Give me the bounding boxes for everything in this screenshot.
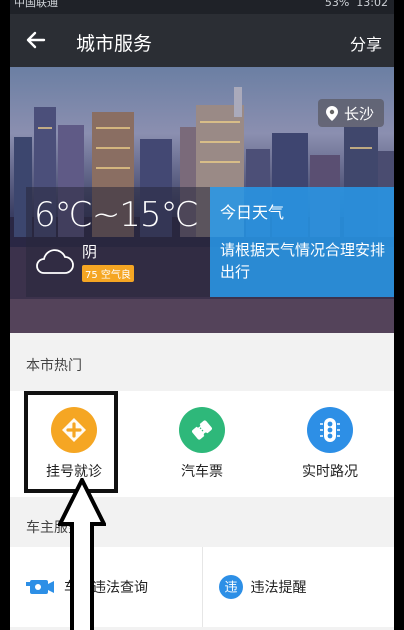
city-name: 长沙 bbox=[343, 104, 374, 123]
status-right: 53% 13:02 bbox=[325, 0, 388, 8]
violation-badge-icon: 违 bbox=[218, 575, 243, 599]
temperature-range: 6℃~15℃ bbox=[34, 195, 199, 235]
clock: 13:02 bbox=[356, 0, 388, 9]
weather-tip-card[interactable]: 今日天气 请根据天气情况合理安排出行 bbox=[210, 187, 394, 297]
location-pin-icon bbox=[325, 105, 338, 121]
traffic-light-icon bbox=[307, 407, 353, 453]
carrier-label: 中国联通 bbox=[14, 0, 58, 9]
service-label: 违法提醒 bbox=[250, 580, 307, 596]
tip-title: 今日天气 bbox=[220, 203, 285, 222]
pointer-arrow-icon bbox=[58, 478, 106, 630]
weather-banner: 长沙 6℃~15℃ 阴 75 空气良 今日天气 请根据天气情况合理安排出行 bbox=[10, 67, 394, 333]
air-quality-badge: 75 空气良 bbox=[82, 265, 134, 282]
share-button[interactable]: 分享 bbox=[350, 31, 382, 55]
ticket-icon bbox=[179, 407, 225, 453]
back-arrow-icon[interactable] bbox=[24, 28, 48, 52]
weather-condition: 阴 bbox=[82, 243, 98, 261]
page-title: 城市服务 bbox=[76, 33, 153, 55]
location-selector[interactable]: 长沙 bbox=[317, 99, 384, 127]
status-bar: 中国联通 53% 13:02 bbox=[10, 0, 394, 14]
nav-bar: 城市服务 分享 bbox=[10, 14, 394, 67]
weather-card[interactable]: 6℃~15℃ 阴 75 空气良 bbox=[26, 187, 210, 297]
service-violation-reminder[interactable]: 违 违法提醒 bbox=[201, 547, 395, 627]
service-bus-ticket[interactable]: 汽车票 bbox=[138, 391, 266, 497]
service-traffic[interactable]: 实时路况 bbox=[266, 391, 394, 497]
car-camera-icon bbox=[26, 580, 54, 594]
service-label: 汽车票 bbox=[181, 464, 223, 480]
cloud-icon bbox=[36, 249, 74, 274]
hot-section-title: 本市热门 bbox=[10, 333, 394, 391]
battery-percent: 53% bbox=[324, 0, 350, 9]
tip-text: 请根据天气情况合理安排出行 bbox=[220, 241, 386, 281]
service-label: 实时路况 bbox=[302, 464, 358, 480]
violation-badge-text: 违 bbox=[224, 581, 237, 596]
